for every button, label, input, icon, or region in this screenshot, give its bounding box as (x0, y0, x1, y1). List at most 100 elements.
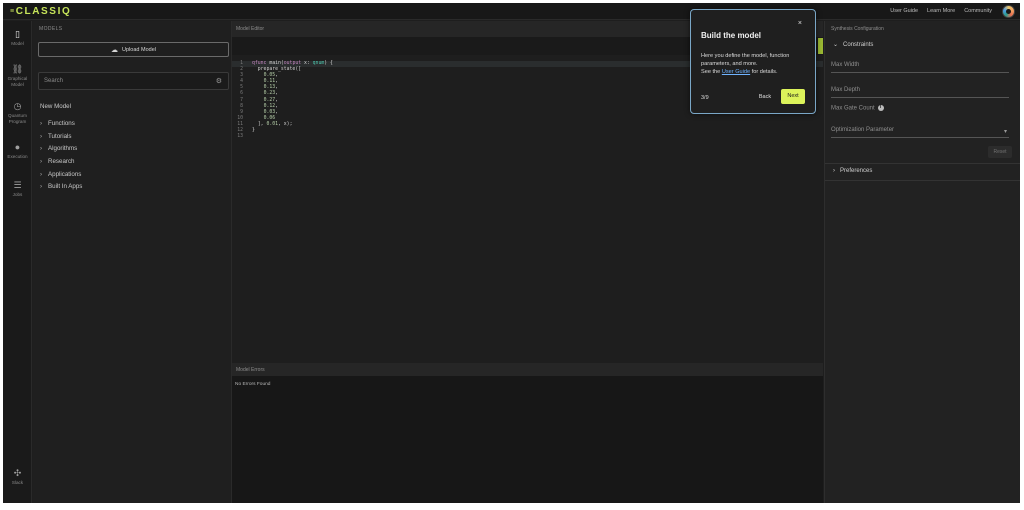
upload-model-label: Upload Model (122, 46, 156, 53)
nav-jobs[interactable]: ☰ Jobs (3, 180, 32, 198)
cloud-upload-icon: ☁ (111, 46, 119, 54)
folder-research[interactable]: › Research (40, 156, 82, 169)
search-input[interactable]: Search ⚙ (38, 72, 229, 90)
tour-body: Here you define the model, function para… (701, 53, 811, 76)
caret-down-icon: ▾ (1003, 129, 1007, 135)
nav-graphical-model-label: Graphical Model (7, 76, 28, 87)
reset-button[interactable]: Reset (988, 146, 1012, 158)
nav-execution[interactable]: ● Execution (3, 142, 32, 160)
models-panel: MODELS ☁ Upload Model Search ⚙ New Model… (33, 21, 232, 503)
next-button[interactable]: Next (781, 89, 805, 104)
chevron-down-icon: ⌄ (833, 42, 839, 48)
nav-quantum-program-label: Quantum Program (8, 113, 27, 124)
synthesis-panel: Synthesis Configuration ⌄ Constraints Max… (824, 21, 1020, 503)
chevron-right-icon: › (40, 158, 43, 166)
app-window: ≡CLASSIQ User Guide Learn More Community… (3, 3, 1020, 503)
constraints-toggle[interactable]: ⌄ Constraints (833, 41, 873, 48)
folder-label: Algorithms (48, 145, 78, 153)
code-text: prepare_state([ (252, 67, 302, 73)
chevron-right-icon: › (833, 168, 835, 174)
code-text: 0.05, (263, 73, 279, 79)
tour-popover: × Build the model Here you define the mo… (690, 9, 816, 114)
max-gate-count-label: Max Gate Count (831, 105, 875, 112)
code-text: 0.27, (263, 97, 279, 103)
tour-step-counter: 3/9 (701, 95, 709, 101)
preferences-toggle[interactable]: › Preferences (833, 168, 872, 174)
nav-slack[interactable]: ✣ Slack (3, 468, 32, 486)
chevron-right-icon: › (40, 132, 43, 140)
code-text: qfunc main(output x: qnum) { (252, 61, 333, 66)
code-line: 13 (232, 134, 823, 140)
folder-built-in-apps[interactable]: › Built In Apps (40, 181, 82, 194)
optimization-parameter-select[interactable]: Optimization Parameter ▾ (831, 127, 1009, 138)
nav-quantum-program[interactable]: ◷ Quantum Program (3, 101, 32, 124)
chevron-right-icon: › (40, 145, 43, 153)
info-icon[interactable] (877, 104, 884, 111)
folder-label: Built In Apps (48, 183, 83, 191)
nav-model-label: Model (11, 41, 24, 46)
line-number: 13 (237, 134, 243, 140)
max-depth-field[interactable]: Max Depth (831, 87, 1009, 98)
slack-icon: ✣ (13, 468, 22, 478)
code-text: 0.13, (263, 85, 279, 91)
code-text: ], 0.01, x); (252, 121, 293, 127)
code-text: 0.12, (263, 103, 279, 109)
errors-text: No Errors Found (235, 382, 271, 387)
nav-graphical-model[interactable]: ⛓ Graphical Model (3, 64, 32, 87)
max-gate-count-field[interactable]: Max Gate Count (831, 104, 1009, 116)
model-errors-panel: No Errors Found (232, 376, 823, 503)
preferences-label: Preferences (840, 168, 873, 174)
editor-accent-button[interactable] (818, 38, 823, 54)
folder-applications[interactable]: › Applications (40, 169, 82, 182)
folder-algorithms[interactable]: › Algorithms (40, 143, 82, 156)
filter-icon[interactable]: ⚙ (216, 77, 222, 85)
synthesis-title: Synthesis Configuration (831, 26, 884, 32)
nav-model[interactable]: ▯ Model (3, 29, 32, 47)
chevron-right-icon: › (40, 120, 43, 127)
jobs-icon: ☰ (13, 180, 22, 190)
tour-body-pre: See the (701, 68, 722, 75)
tour-title: Build the model (701, 31, 761, 40)
nav-slack-label: Slack (11, 480, 24, 485)
classiq-logo[interactable]: ≡CLASSIQ (10, 6, 71, 17)
model-tree: New Model › Functions › Tutorials › Algorit… (40, 101, 82, 194)
code-text: 0.23, (263, 91, 279, 97)
nav-user-guide[interactable]: User Guide (890, 8, 918, 14)
constraints-label: Constraints (843, 42, 874, 48)
execution-icon: ● (14, 142, 21, 152)
back-button[interactable]: Back (758, 92, 772, 103)
nav-community[interactable]: Community (964, 8, 992, 14)
folder-functions[interactable]: › Functions (40, 118, 82, 131)
user-guide-link[interactable]: User Guide (722, 69, 750, 75)
folder-label: Functions (48, 120, 75, 127)
code-text: 0.11, (263, 79, 279, 85)
divider (825, 163, 1020, 164)
top-nav: User Guide Learn More Community (890, 8, 992, 14)
folder-label: Research (48, 158, 75, 166)
top-bar: ≡CLASSIQ User Guide Learn More Community (3, 3, 1020, 20)
graph-icon: ⛓ (11, 64, 24, 74)
tour-body-post: for details. (750, 68, 778, 75)
search-placeholder: Search (44, 78, 64, 84)
avatar[interactable] (1002, 5, 1015, 18)
new-model-item[interactable]: New Model (40, 101, 82, 118)
nav-learn-more[interactable]: Learn More (927, 8, 955, 14)
divider (825, 180, 1020, 181)
nav-jobs-label: Jobs (12, 192, 23, 197)
close-icon[interactable]: × (798, 20, 802, 27)
chevron-right-icon: › (40, 170, 43, 178)
code-text: } (252, 128, 255, 134)
model-errors-title: Model Errors (232, 363, 823, 376)
chevron-right-icon: › (40, 183, 43, 191)
max-width-label: Max Width (831, 62, 860, 68)
upload-model-button[interactable]: ☁ Upload Model (38, 42, 229, 57)
clock-icon: ◷ (13, 101, 22, 111)
max-width-field[interactable]: Max Width (831, 62, 1009, 73)
folder-label: Tutorials (48, 132, 72, 140)
model-icon: ▯ (15, 29, 20, 39)
tour-body-text: Here you define the model, function para… (701, 53, 790, 67)
left-icon-bar: ▯ Model ⛓ Graphical Model ◷ Quantum Progra… (3, 21, 32, 503)
folder-label: Applications (48, 170, 82, 178)
folder-tutorials[interactable]: › Tutorials (40, 131, 82, 144)
max-depth-label: Max Depth (831, 87, 861, 93)
